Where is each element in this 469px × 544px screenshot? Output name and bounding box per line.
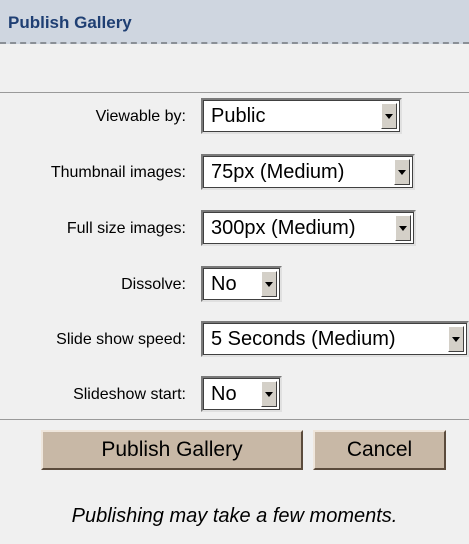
cancel-button[interactable]: Cancel — [313, 430, 446, 470]
panel-header: Publish Gallery — [0, 0, 469, 44]
slide-show-speed-label: Slide show speed: — [56, 331, 186, 348]
chevron-down-icon[interactable] — [261, 381, 277, 407]
divider — [0, 92, 469, 93]
full-size-images-label: Full size images: — [66, 220, 186, 237]
chevron-down-icon[interactable] — [381, 103, 397, 129]
thumbnail-images-select[interactable]: 75px (Medium) — [201, 154, 415, 190]
chevron-down-icon[interactable] — [395, 215, 411, 241]
dissolve-select[interactable]: No — [201, 266, 282, 302]
slide-show-speed-value: 5 Seconds (Medium) — [211, 328, 396, 350]
slideshow-start-value: No — [211, 383, 237, 405]
viewable-by-label: Viewable by: — [95, 108, 186, 125]
publishing-note: Publishing may take a few moments. — [71, 505, 398, 527]
publish-gallery-button[interactable]: Publish Gallery — [41, 430, 303, 470]
full-size-images-value: 300px (Medium) — [211, 217, 356, 239]
divider — [0, 419, 469, 420]
thumbnail-images-label: Thumbnail images: — [50, 164, 186, 181]
slideshow-start-label: Slideshow start: — [73, 386, 186, 403]
viewable-by-select[interactable]: Public — [201, 98, 402, 134]
slideshow-start-select[interactable]: No — [201, 376, 282, 412]
panel-title: Publish Gallery — [8, 13, 132, 32]
viewable-by-value: Public — [211, 105, 266, 127]
chevron-down-icon[interactable] — [394, 159, 410, 185]
thumbnail-images-value: 75px (Medium) — [211, 161, 345, 183]
slide-show-speed-select[interactable]: 5 Seconds (Medium) — [201, 321, 469, 357]
chevron-down-icon[interactable] — [448, 326, 464, 352]
dissolve-value: No — [211, 273, 237, 295]
publish-gallery-panel: Publish Gallery Viewable by: Public Thum… — [0, 0, 469, 544]
chevron-down-icon[interactable] — [261, 271, 277, 297]
dissolve-label: Dissolve: — [121, 276, 186, 293]
full-size-images-select[interactable]: 300px (Medium) — [201, 210, 416, 246]
